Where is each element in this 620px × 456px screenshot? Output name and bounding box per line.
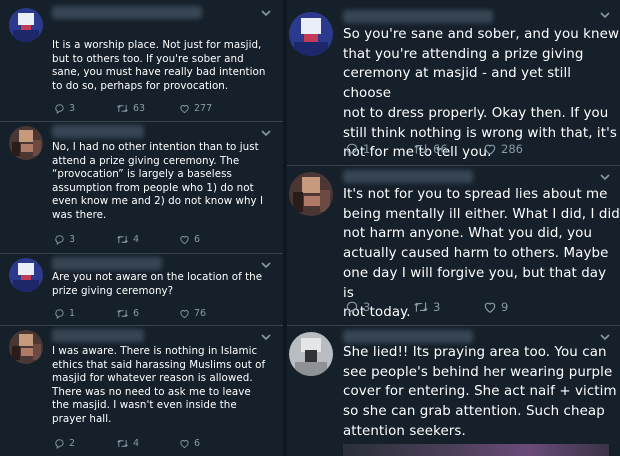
author-name-redacted (52, 125, 144, 138)
reply-button[interactable]: 3 (54, 103, 116, 114)
tweet[interactable]: She lied!! Its praying area too. You can… (287, 326, 620, 456)
tweet[interactable]: I was aware. There is nothing in Islamic… (0, 326, 283, 456)
retweet-count: 6 (133, 308, 140, 319)
reply-button[interactable]: 2 (54, 438, 116, 449)
retweet-count: 4 (133, 438, 140, 449)
right-thread-column: So you're sane and sober, and you knew t… (287, 0, 620, 456)
reply-button[interactable]: 1 (345, 142, 413, 156)
tweet-actions: 3 63 277 (54, 103, 212, 114)
like-count: 6 (194, 438, 201, 449)
reply-count: 3 (363, 300, 371, 314)
author-name-redacted (343, 10, 493, 23)
tweet[interactable]: No, I had no other intention than to jus… (0, 122, 283, 254)
like-count: 9 (501, 300, 509, 314)
chevron-down-icon[interactable] (260, 128, 272, 138)
tweet[interactable]: It is a worship place. Not just for masj… (0, 0, 283, 122)
reply-count: 1 (69, 308, 76, 319)
reply-icon (55, 235, 64, 245)
like-button[interactable]: 6 (179, 438, 200, 449)
tweet-text: She lied!! Its praying area too. You can… (343, 345, 617, 439)
avatar[interactable] (289, 172, 333, 216)
reply-count: 1 (363, 142, 371, 156)
retweet-button[interactable]: 63 (116, 103, 179, 114)
reply-count: 2 (69, 438, 76, 449)
retweet-icon (117, 309, 128, 318)
like-button[interactable]: 277 (179, 103, 212, 114)
chevron-down-icon[interactable] (599, 172, 611, 182)
like-icon (484, 302, 496, 313)
chevron-down-icon[interactable] (599, 332, 611, 342)
avatar[interactable] (9, 8, 43, 42)
retweet-icon (414, 144, 428, 154)
reply-icon (55, 439, 64, 449)
tweet-text: No, I had no other intention than to jus… (52, 141, 264, 221)
avatar[interactable] (289, 332, 333, 376)
chevron-down-icon[interactable] (260, 260, 272, 270)
tweet-actions: 2 4 6 (54, 438, 200, 449)
retweet-count: 4 (133, 234, 140, 245)
chevron-down-icon[interactable] (599, 10, 611, 20)
like-button[interactable]: 286 (483, 142, 523, 156)
retweet-icon (117, 439, 128, 448)
reply-icon (55, 309, 64, 319)
retweet-button[interactable]: 4 (116, 234, 179, 245)
reply-icon (346, 301, 358, 314)
reply-button[interactable]: 3 (345, 300, 413, 314)
retweet-button[interactable]: 4 (116, 438, 179, 449)
retweet-button[interactable]: 3 (413, 300, 483, 314)
like-icon (484, 144, 496, 155)
like-count: 6 (194, 234, 201, 245)
reply-button[interactable]: 1 (54, 308, 116, 319)
retweet-count: 3 (433, 300, 441, 314)
like-count: 76 (194, 308, 207, 319)
like-icon (180, 105, 189, 114)
tweet-actions: 3 4 6 (54, 234, 200, 245)
like-button[interactable]: 76 (179, 308, 206, 319)
author-name-redacted (52, 257, 162, 270)
avatar[interactable] (289, 12, 333, 56)
like-count: 277 (194, 103, 213, 114)
retweet-button[interactable]: 6 (116, 308, 179, 319)
chevron-down-icon[interactable] (260, 332, 272, 342)
like-button[interactable]: 6 (179, 234, 200, 245)
like-button[interactable]: 9 (483, 300, 508, 314)
author-name-redacted (343, 330, 473, 343)
avatar[interactable] (9, 126, 43, 160)
reply-count: 3 (69, 103, 76, 114)
tweet[interactable]: Are you not aware on the location of the… (0, 254, 283, 326)
tweet-text: Are you not aware on the location of the… (52, 271, 263, 297)
tweet-actions: 1 66 286 (345, 142, 523, 156)
author-name-redacted (52, 6, 202, 19)
reply-icon (55, 104, 64, 114)
like-icon (180, 440, 189, 449)
retweet-button[interactable]: 66 (413, 142, 483, 156)
like-icon (180, 310, 189, 319)
tweet[interactable]: So you're sane and sober, and you knew t… (287, 0, 620, 166)
retweet-icon (117, 104, 128, 113)
retweet-icon (414, 302, 428, 312)
like-count: 286 (501, 142, 523, 156)
reply-button[interactable]: 3 (54, 234, 116, 245)
chevron-down-icon[interactable] (260, 8, 272, 18)
avatar[interactable] (9, 330, 43, 364)
tweet-actions: 1 6 76 (54, 308, 206, 319)
retweet-icon (117, 235, 128, 244)
attached-media-preview[interactable] (343, 444, 609, 456)
tweet-actions: 3 3 9 (345, 300, 508, 314)
reply-count: 3 (69, 234, 76, 245)
avatar[interactable] (9, 258, 43, 292)
like-icon (180, 236, 189, 245)
retweet-count: 63 (133, 103, 146, 114)
author-name-redacted (343, 170, 473, 183)
left-thread-column: It is a worship place. Not just for masj… (0, 0, 283, 456)
retweet-count: 66 (433, 142, 448, 156)
reply-icon (346, 143, 358, 156)
author-name-redacted (52, 329, 144, 342)
tweet-text: I was aware. There is nothing in Islamic… (52, 345, 266, 425)
tweet-text: It is a worship place. Not just for masj… (52, 39, 266, 92)
tweet[interactable]: It's not for you to spread lies about me… (287, 166, 620, 326)
